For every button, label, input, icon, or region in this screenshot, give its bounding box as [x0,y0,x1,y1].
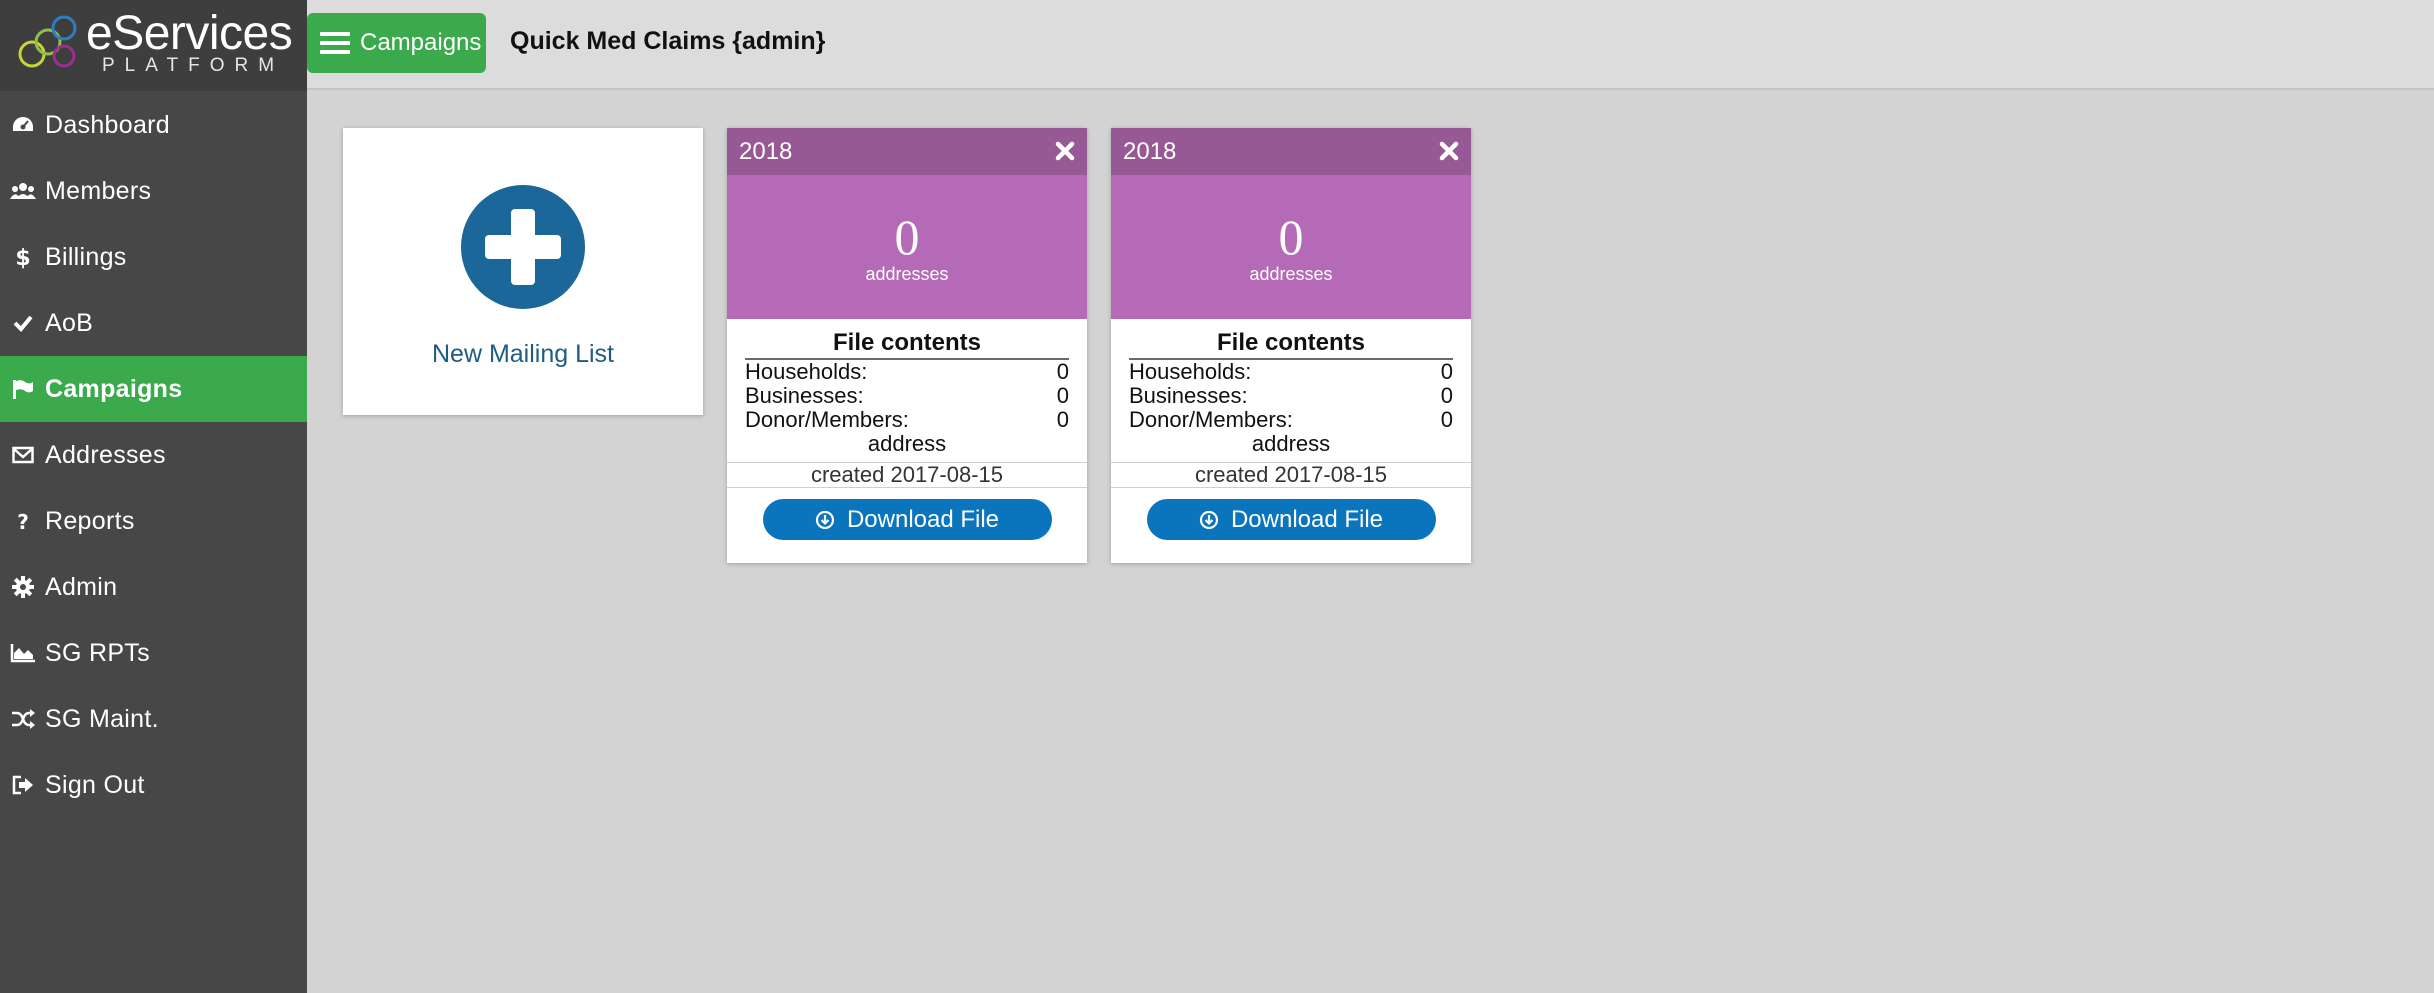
address-count-panel: 0 addresses [727,175,1087,319]
card-header: 2018 [727,128,1087,175]
svg-text:$: $ [15,246,30,269]
donors-label-continuation: address [867,431,947,456]
sidebar-item-label: SG Maint. [45,704,159,733]
logo-rings-icon [18,15,77,68]
sidebar-item-sg-rpts[interactable]: SG RPTs [0,620,307,686]
close-icon[interactable] [1055,141,1075,161]
download-file-label: Download File [1230,505,1384,533]
check-icon [0,314,45,332]
donors-label: Donor/Members: [745,407,909,432]
sidebar-item-label: Campaigns [45,374,183,403]
sidebar-item-label: Billings [45,242,127,271]
card-header: 2018 [1111,128,1471,175]
businesses-value: 0 [1440,383,1453,408]
households-label: Households: [1129,359,1252,384]
menu-button-label: Campaigns [360,29,482,56]
sidebar-item-label: Reports [45,506,135,535]
sidebar-item-sign-out[interactable]: Sign Out [0,752,307,818]
address-count: 0 [1278,209,1304,265]
sidebar-item-label: Members [45,176,152,205]
address-count: 0 [894,209,920,265]
page-title: Quick Med Claims {admin} [510,27,826,55]
created-date: created 2017-08-15 [727,462,1087,488]
question-icon: ? [0,510,45,532]
businesses-label: Businesses: [1129,383,1248,408]
hamburger-icon [320,30,350,56]
random-icon [0,709,45,729]
address-count-unit: addresses [1249,264,1333,284]
envelope-icon [0,446,45,464]
donors-value: 0 [1440,407,1453,432]
households-label: Households: [745,359,868,384]
sidebar-item-dashboard[interactable]: Dashboard [0,92,307,158]
dashboard-icon [0,115,45,135]
donors-row: Donor/Members: 0 [1129,408,1453,432]
businesses-value: 0 [1056,383,1069,408]
businesses-row: Businesses: 0 [745,384,1069,408]
sidebar-item-label: Admin [45,572,118,601]
sidebar-item-addresses[interactable]: Addresses [0,422,307,488]
donors-value: 0 [1056,407,1069,432]
new-mailing-list-label[interactable]: New Mailing List [343,340,703,369]
sign-out-icon [0,775,45,795]
sidebar: eServices PLATFORM Dashboard Members $ B… [0,0,307,993]
download-icon [1199,510,1219,530]
sidebar-item-billings[interactable]: $ Billings [0,224,307,290]
businesses-row: Businesses: 0 [1129,384,1453,408]
address-count-unit: addresses [865,264,949,284]
area-chart-icon [0,643,45,663]
top-bar: Campaigns Quick Med Claims {admin} [307,0,2434,90]
address-count-panel: 0 addresses [1111,175,1471,319]
sidebar-item-aob[interactable]: AoB [0,290,307,356]
sidebar-item-label: SG RPTs [45,638,150,667]
new-mailing-list-card[interactable]: New Mailing List [343,128,703,415]
created-date: created 2017-08-15 [1111,462,1471,488]
households-row: Households: 0 [745,360,1069,384]
sidebar-item-label: AoB [45,308,94,337]
mailing-list-card: 2018 0 addresses File contents Household… [727,128,1087,563]
file-contents-title: File contents [1129,329,1453,360]
dollar-icon: $ [0,245,45,269]
sidebar-nav: Dashboard Members $ Billings AoB Campaig… [0,92,307,818]
households-value: 0 [1056,359,1069,384]
donors-label-continuation: address [1251,431,1331,456]
mailing-list-card: 2018 0 addresses File contents Household… [1111,128,1471,563]
gear-icon [0,576,45,598]
logo: eServices PLATFORM [0,0,307,91]
add-circle-icon[interactable] [461,185,585,309]
card-year: 2018 [1123,137,1177,165]
brand-subtitle: PLATFORM [102,55,285,76]
download-file-button[interactable]: Download File [762,499,1052,540]
businesses-label: Businesses: [745,383,864,408]
card-year: 2018 [739,137,793,165]
sidebar-item-label: Sign Out [45,770,145,799]
download-file-label: Download File [846,505,1000,533]
sidebar-item-label: Addresses [45,440,166,469]
donors-row: Donor/Members: 0 [745,408,1069,432]
close-icon[interactable] [1439,141,1459,161]
sidebar-item-admin[interactable]: Admin [0,554,307,620]
sidebar-item-reports[interactable]: ? Reports [0,488,307,554]
file-contents-title: File contents [745,329,1069,360]
sidebar-item-label: Dashboard [45,110,171,139]
households-row: Households: 0 [1129,360,1453,384]
donors-label: Donor/Members: [1129,407,1293,432]
users-icon [0,181,45,201]
sidebar-item-campaigns[interactable]: Campaigns [0,356,307,422]
campaigns-menu-button[interactable]: Campaigns [307,13,486,73]
download-icon [815,510,835,530]
download-file-button[interactable]: Download File [1146,499,1436,540]
flag-icon [0,379,45,399]
brand-name: eServices [86,7,293,60]
sidebar-item-sg-maint[interactable]: SG Maint. [0,686,307,752]
svg-text:?: ? [17,510,29,532]
households-value: 0 [1440,359,1453,384]
sidebar-item-members[interactable]: Members [0,158,307,224]
